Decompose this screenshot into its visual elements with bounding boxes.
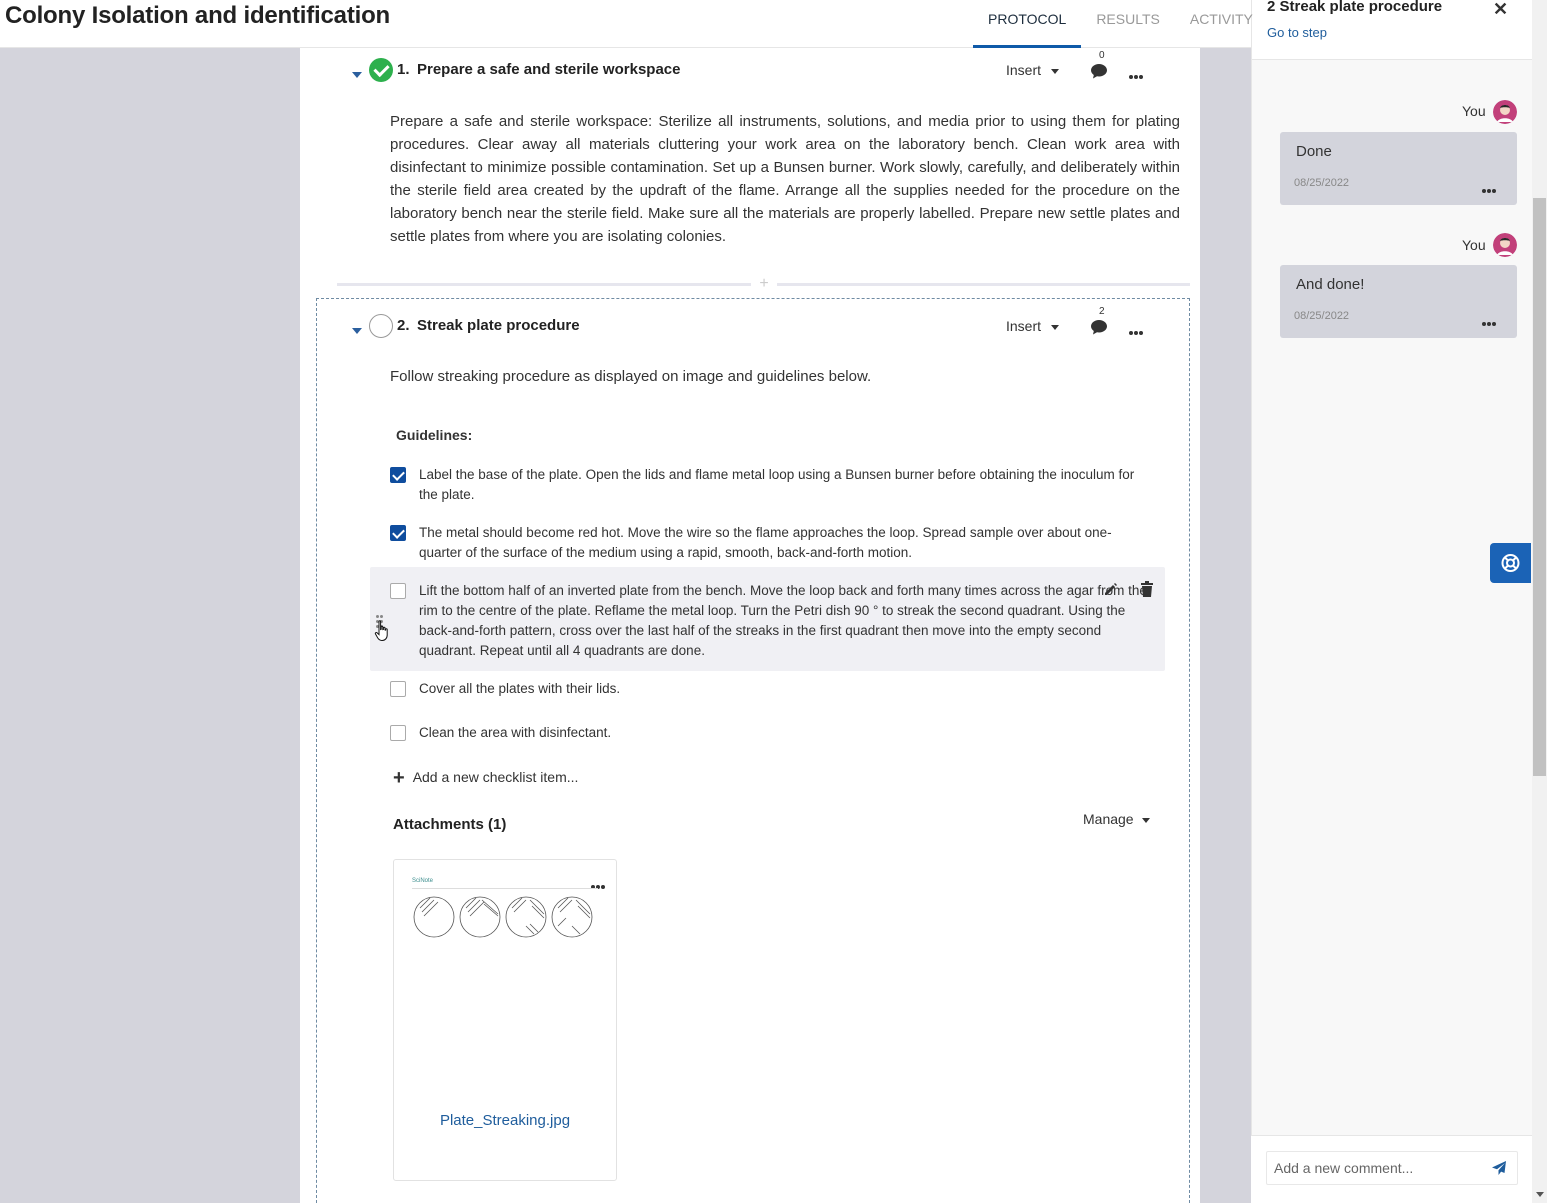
manage-label: Manage xyxy=(1083,811,1134,827)
attachment-card[interactable]: SciNote Plate_Streaking.jpg xyxy=(393,859,617,1181)
protocol-paper: 1. Prepare a safe and sterile workspace … xyxy=(300,48,1200,1203)
add-checklist-item-button[interactable]: + Add a new checklist item... xyxy=(393,767,578,790)
step-title[interactable]: Streak plate procedure xyxy=(417,317,580,334)
comment-author: You xyxy=(1462,237,1486,253)
step-complete-check-icon[interactable] xyxy=(369,58,393,82)
comment-count: 2 xyxy=(1099,306,1105,317)
page-title: Colony Isolation and identification xyxy=(5,2,391,29)
manage-dropdown-button[interactable]: Manage xyxy=(1083,811,1150,827)
thumbnail-logo: SciNote xyxy=(412,878,434,884)
step-number: 1. xyxy=(397,61,410,78)
checklist-item-text: Cover all the plates with their lids. xyxy=(419,681,621,696)
attachment-filename-link[interactable]: Plate_Streaking.jpg xyxy=(394,1112,616,1129)
add-checklist-item-label: Add a new checklist item... xyxy=(412,769,579,785)
comment-bubble: Done 08/25/2022 xyxy=(1280,132,1517,205)
step-number: 2. xyxy=(397,317,410,334)
more-options-icon[interactable] xyxy=(1129,66,1145,79)
comment-count: 0 xyxy=(1099,50,1105,61)
insert-dropdown-button[interactable]: Insert xyxy=(1006,62,1060,78)
insert-dropdown-button[interactable]: Insert xyxy=(1006,318,1060,334)
checklist-item-text: The metal should become red hot. Move th… xyxy=(419,525,1112,560)
attachment-thumbnail[interactable]: SciNote xyxy=(412,876,598,946)
tab-results[interactable]: RESULTS xyxy=(1081,0,1175,48)
insert-label: Insert xyxy=(1006,318,1042,334)
hand-cursor-icon xyxy=(374,620,388,641)
comment-icon[interactable] xyxy=(1088,60,1110,82)
thumbnail-rule xyxy=(412,888,598,889)
checklist-item-text: Label the base of the plate. Open the li… xyxy=(419,467,1135,502)
more-options-icon[interactable] xyxy=(1129,322,1145,335)
go-to-step-link[interactable]: Go to step xyxy=(1267,25,1327,40)
step-description: Prepare a safe and sterile workspace: St… xyxy=(390,113,1180,245)
step-description: Follow streaking procedure as displayed … xyxy=(390,368,872,385)
collapse-caret-icon[interactable] xyxy=(352,72,362,78)
step-incomplete-circle-icon[interactable] xyxy=(369,314,393,338)
comment-author: You xyxy=(1462,103,1486,119)
more-options-icon[interactable] xyxy=(1482,180,1498,193)
chevron-down-icon xyxy=(1051,68,1060,74)
lifebuoy-icon xyxy=(1501,554,1520,572)
comments-panel-title: 2 Streak plate procedure xyxy=(1267,0,1443,15)
add-step-plus-icon[interactable]: + xyxy=(751,276,777,292)
comment-text: Done xyxy=(1296,143,1332,160)
checklist-title: Guidelines: xyxy=(396,427,473,443)
chevron-down-icon xyxy=(1141,817,1150,823)
close-icon[interactable]: ✕ xyxy=(1493,0,1508,20)
send-icon[interactable] xyxy=(1491,1160,1507,1176)
collapse-caret-icon[interactable] xyxy=(352,328,362,334)
petri-dish-drawing xyxy=(413,896,593,938)
chevron-down-icon xyxy=(1051,324,1060,330)
checkbox-unchecked[interactable] xyxy=(390,725,406,741)
comment-date: 08/25/2022 xyxy=(1294,310,1350,322)
insert-label: Insert xyxy=(1006,62,1042,78)
comment-composer xyxy=(1251,1135,1532,1203)
step-title[interactable]: Prepare a safe and sterile workspace xyxy=(417,61,680,78)
checkbox-unchecked[interactable] xyxy=(390,681,406,697)
avatar xyxy=(1493,100,1517,124)
comment-bubble: And done! 08/25/2022 xyxy=(1280,265,1517,338)
workspace: 1. Prepare a safe and sterile workspace … xyxy=(0,48,1251,1203)
comments-panel-header: 2 Streak plate procedure Go to step ✕ xyxy=(1252,0,1532,60)
scroll-down-arrow-icon[interactable] xyxy=(1536,1192,1544,1197)
step-header-2: 2. Streak plate procedure Insert 2 xyxy=(336,306,1156,354)
comment-input[interactable] xyxy=(1266,1151,1518,1185)
scrollbar-thumb[interactable] xyxy=(1533,198,1546,776)
tab-bar: PROTOCOL RESULTS ACTIVITY xyxy=(973,0,1268,48)
tab-protocol[interactable]: PROTOCOL xyxy=(973,0,1082,48)
checkbox-checked[interactable] xyxy=(390,525,406,541)
step-header-1: 1. Prepare a safe and sterile workspace … xyxy=(336,50,1156,98)
top-header: Colony Isolation and identification PROT… xyxy=(0,0,1253,48)
more-options-icon[interactable] xyxy=(1482,313,1498,326)
checkbox-unchecked[interactable] xyxy=(390,583,406,599)
checkbox-checked[interactable] xyxy=(390,467,406,483)
checklist-item-text: Lift the bottom half of an inverted plat… xyxy=(419,583,1147,658)
checklist-item-text: Clean the area with disinfectant. xyxy=(419,725,612,740)
comment-date: 08/25/2022 xyxy=(1294,177,1350,189)
help-button[interactable] xyxy=(1490,543,1531,583)
plus-icon: + xyxy=(393,767,405,789)
comment-icon[interactable] xyxy=(1088,316,1110,338)
comment-text: And done! xyxy=(1296,276,1365,293)
attachments-title: Attachments (1) xyxy=(393,816,507,833)
avatar xyxy=(1493,233,1517,257)
tab-activity[interactable]: ACTIVITY xyxy=(1175,0,1268,48)
